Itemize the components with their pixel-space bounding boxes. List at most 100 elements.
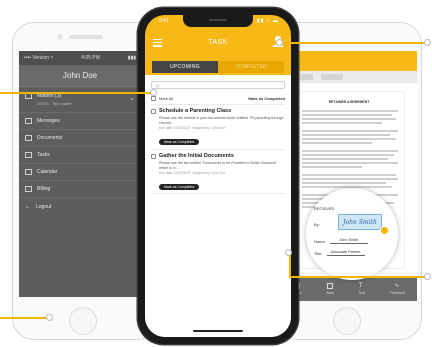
center-phone-frame: 9:41 ▮▮ ≈ ▬ TASK UPCOMING COMPLETED Q Ma… xyxy=(138,8,298,344)
callout-line-drawer xyxy=(0,92,154,94)
task-description: Please use the list entitled "Documents … xyxy=(159,161,278,170)
document-text-line xyxy=(302,114,392,116)
tab-label: Freehand xyxy=(389,291,405,295)
divider xyxy=(151,104,285,105)
front-camera xyxy=(57,34,63,40)
calendar-icon xyxy=(25,169,32,175)
drawer-item-label: Matters (3) xyxy=(37,93,62,99)
divider xyxy=(151,193,285,194)
task-tabs: UPCOMING COMPLETED xyxy=(152,61,284,73)
signature-field[interactable]: John Smith xyxy=(338,214,382,230)
tab-upcoming[interactable]: UPCOMING xyxy=(152,61,218,73)
document-text-line xyxy=(302,122,382,124)
task-item: Gather the Initial Documents Please use … xyxy=(151,153,285,193)
search-input[interactable]: Q xyxy=(151,81,285,89)
document-title: RETAINER AGREEMENT xyxy=(328,100,370,104)
matter-subtitle: 2000S - Test matter xyxy=(37,101,72,106)
callout-dot xyxy=(424,273,431,280)
home-button[interactable] xyxy=(333,307,361,335)
home-button[interactable] xyxy=(69,307,97,335)
title-field[interactable]: Associate Partner xyxy=(326,250,365,256)
drawer-item-label: Logout xyxy=(36,203,52,210)
text-icon: T xyxy=(358,283,363,289)
document-text-line xyxy=(302,118,396,120)
bottom-tab-bar: Draw Save T Text ∿ Freehand xyxy=(281,277,417,301)
toolbar-tab[interactable] xyxy=(321,74,343,80)
logout-icon: ← xyxy=(25,203,31,210)
callout-dot xyxy=(150,89,157,96)
drawer-item-logout[interactable]: ← Logout xyxy=(19,198,141,215)
mark-completed-link[interactable]: Mark as Completed xyxy=(248,96,285,101)
chevron-down-icon[interactable]: ⌄ xyxy=(129,94,135,102)
callout-line-signature xyxy=(289,254,291,276)
document-text-line xyxy=(302,130,398,132)
mark-all-row: Mark All Mark as Completed xyxy=(151,94,285,102)
name-row: Name: John Smith xyxy=(314,238,368,244)
save-icon xyxy=(327,283,334,289)
document-text-line xyxy=(302,110,398,112)
tab-text[interactable]: T Text xyxy=(359,283,365,295)
mark-completed-button[interactable]: Mark as Completed xyxy=(159,139,200,146)
document-text-line xyxy=(302,138,396,140)
document-text-line xyxy=(302,166,362,168)
status-time: 9:41 xyxy=(159,18,169,24)
briefcase-icon xyxy=(25,93,32,99)
status-time: 4:05 PM xyxy=(81,55,100,61)
left-phone-screen: •••• Verizon ≈ 4:05 PM ▮▮▮ John Doe Matt… xyxy=(19,51,155,297)
title-row: Title: Associate Partner xyxy=(314,250,365,256)
billing-icon xyxy=(25,186,32,192)
task-meta: Due date: 01/01/2019 · Assigned by: John… xyxy=(159,126,226,131)
document-text-line xyxy=(302,182,386,184)
callout-dot xyxy=(285,249,292,256)
name-field[interactable]: John Smith xyxy=(329,238,368,244)
signal-battery-icon: ▮▮ ≈ ▬ xyxy=(256,18,279,24)
drawer-user-name: John Doe xyxy=(19,65,141,87)
drawer-item-tasks[interactable]: Tasks xyxy=(19,147,141,164)
drawer-item-label: Calendar xyxy=(37,169,58,175)
tasks-icon xyxy=(25,152,32,158)
drawer-item-documents[interactable]: Documents xyxy=(19,130,141,147)
title-label: Title: xyxy=(314,250,323,256)
task-checkbox[interactable] xyxy=(151,108,156,114)
tab-freehand[interactable]: ∿ Freehand xyxy=(390,283,405,295)
mark-all-label: Mark All xyxy=(159,95,174,101)
name-label: Name: xyxy=(314,238,326,244)
document-icon xyxy=(25,135,32,141)
task-meta: Due date: 01/05/2019 · Assigned by: John… xyxy=(159,171,226,176)
callout-dot xyxy=(424,39,431,46)
page-title: TASK xyxy=(208,39,228,46)
drawer-item-calendar[interactable]: Calendar xyxy=(19,164,141,181)
document-text-line xyxy=(302,162,398,164)
navigation-drawer: •••• Verizon ≈ 4:05 PM ▮▮▮ John Doe Matt… xyxy=(19,51,141,297)
status-bar: •••• Verizon ≈ 4:05 PM ▮▮▮ xyxy=(19,51,141,65)
tab-completed[interactable]: COMPLETED xyxy=(218,61,284,73)
center-phone-screen: 9:41 ▮▮ ≈ ▬ TASK UPCOMING COMPLETED Q Ma… xyxy=(145,15,291,337)
callout-line-home xyxy=(0,317,50,319)
document-text-line xyxy=(302,178,398,180)
earpiece-speaker xyxy=(69,35,103,39)
drawer-item-label: Messages xyxy=(37,118,60,124)
drawer-item-matters[interactable]: Matters (3) 2000S - Test matter xyxy=(19,87,141,113)
drawer-item-messages[interactable]: Messages xyxy=(19,113,141,130)
app-header: TASK xyxy=(145,30,291,58)
home-indicator xyxy=(193,329,243,332)
divider xyxy=(151,149,285,150)
task-title: Gather the Initial Documents xyxy=(159,153,234,159)
drawer-item-billing[interactable]: Billing xyxy=(19,181,141,198)
drawer-item-label: Documents xyxy=(37,135,63,141)
by-row: By: xyxy=(314,222,320,227)
drawer-item-label: Billing xyxy=(37,186,51,192)
callout-dot xyxy=(46,314,53,321)
tab-save[interactable]: Save xyxy=(326,283,334,295)
mark-all-checkbox[interactable] xyxy=(151,95,156,101)
search-icon: Q xyxy=(156,83,160,88)
task-item: Schedule a Parenting Class Please use th… xyxy=(151,108,285,148)
battery-icon: ▮▮▮ xyxy=(127,55,136,61)
chat-icon xyxy=(25,118,32,124)
task-description: Please use the referral in your document… xyxy=(159,116,284,125)
signature-handle[interactable] xyxy=(380,226,389,235)
mark-completed-button[interactable]: Mark as Completed xyxy=(159,184,200,191)
document-text-line xyxy=(302,158,388,160)
task-checkbox[interactable] xyxy=(151,153,156,159)
document-text-line xyxy=(302,150,398,152)
